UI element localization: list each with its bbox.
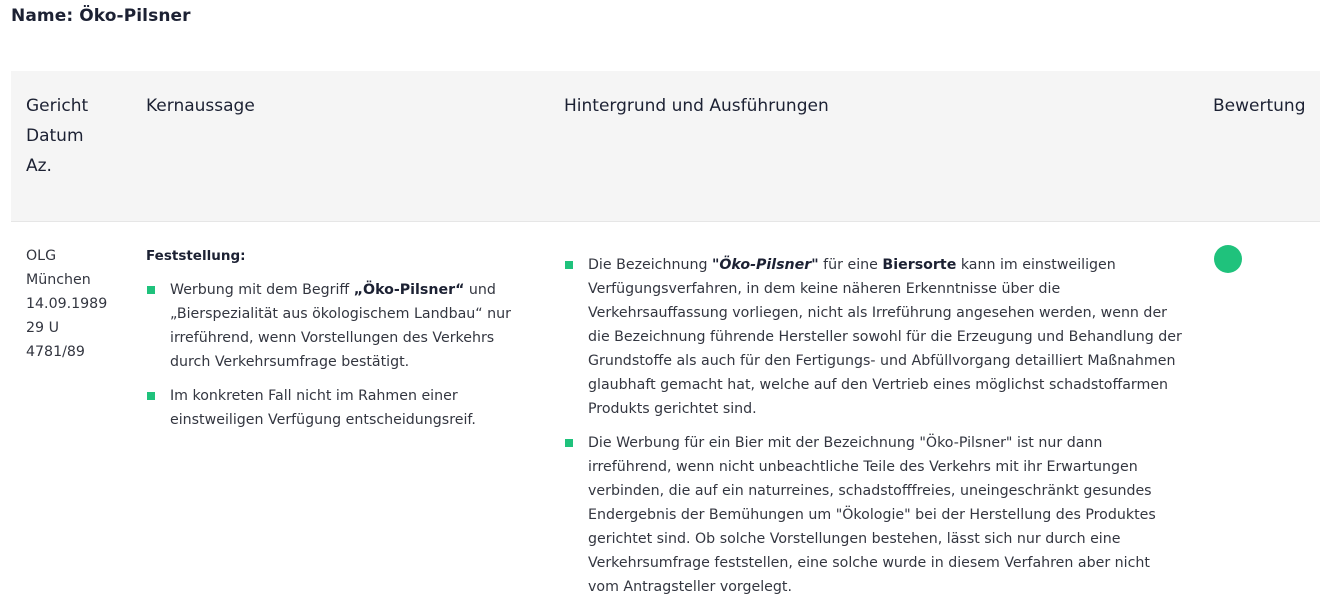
core-label: Feststellung:: [146, 248, 246, 264]
core-text: Werbung mit dem Begriff: [170, 282, 354, 298]
bullet-square-icon: [147, 286, 155, 294]
header-court-line: Gericht: [26, 96, 89, 116]
green-rating-dot-icon: [1214, 245, 1242, 273]
background-text: kann im einstweiligen Verfügungsverfahre…: [588, 257, 1182, 417]
court-line: 4781/89: [26, 344, 85, 360]
background-text: Die Bezeichnung: [588, 257, 712, 273]
core-list: Werbung mit dem Begriff „Öko-Pilsner“ un…: [146, 278, 536, 432]
bullet-square-icon: [565, 261, 573, 269]
background-list: Die Bezeichnung "Öko-Pilsner" für eine B…: [564, 253, 1184, 599]
list-item: Die Werbung für ein Bier mit der Bezeich…: [564, 431, 1184, 599]
background-cell: Die Bezeichnung "Öko-Pilsner" für eine B…: [564, 253, 1184, 609]
court-line: OLG: [26, 248, 57, 264]
background-text-strong: Biersorte: [882, 257, 957, 273]
court-line: München: [26, 272, 91, 288]
page-title: Name: Öko-Pilsner: [11, 6, 191, 26]
court-line: 29 U: [26, 320, 59, 336]
core-text-strong: „Öko-Pilsner“: [353, 282, 465, 298]
background-text: für eine: [818, 257, 883, 273]
header-court-line: Az.: [26, 156, 52, 176]
header-core: Kernaussage: [146, 96, 255, 116]
bullet-square-icon: [565, 439, 573, 447]
bullet-square-icon: [147, 392, 155, 400]
list-item: Werbung mit dem Begriff „Öko-Pilsner“ un…: [146, 278, 536, 374]
core-cell: Feststellung: Werbung mit dem Begriff „Ö…: [146, 244, 536, 442]
background-text-emphasis: "Öko-Pilsner": [711, 257, 819, 273]
court-cell: OLG München 14.09.1989 29 U 4781/89: [26, 244, 136, 364]
list-item: Die Bezeichnung "Öko-Pilsner" für eine B…: [564, 253, 1184, 421]
header-court: Gericht Datum Az.: [26, 91, 88, 181]
table-header: Gericht Datum Az. Kernaussage Hintergrun…: [11, 71, 1320, 222]
core-text: Im konkreten Fall nicht im Rahmen einer …: [170, 388, 476, 428]
background-text: Die Werbung für ein Bier mit der Bezeich…: [588, 435, 1156, 595]
header-court-line: Datum: [26, 126, 84, 146]
ruling-table: Gericht Datum Az. Kernaussage Hintergrun…: [11, 71, 1320, 604]
table-row: OLG München 14.09.1989 29 U 4781/89 Fest…: [11, 222, 1320, 604]
list-item: Im konkreten Fall nicht im Rahmen einer …: [146, 384, 536, 432]
header-rating: Bewertung: [1213, 96, 1306, 116]
header-background: Hintergrund und Ausführungen: [564, 96, 829, 116]
court-line: 14.09.1989: [26, 296, 108, 312]
